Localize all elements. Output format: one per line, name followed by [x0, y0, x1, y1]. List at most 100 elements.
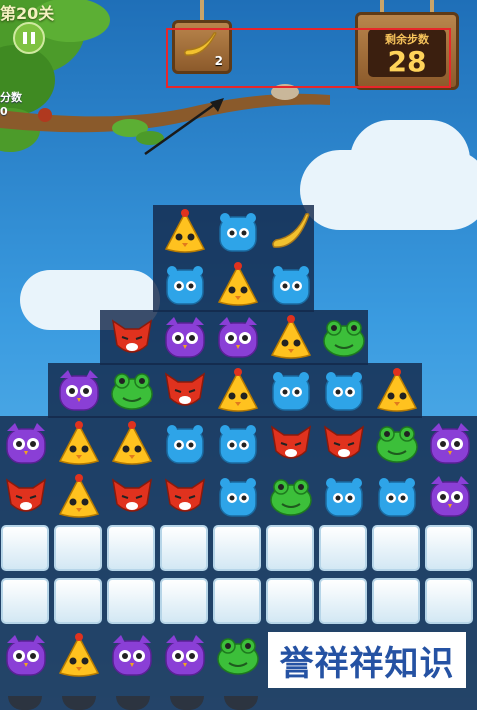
ice-block[interactable]: [266, 578, 314, 624]
ice-block[interactable]: [213, 578, 261, 624]
bear-icon: [219, 425, 257, 464]
tile-fox[interactable]: [319, 419, 369, 469]
fox-icon: [5, 478, 47, 512]
fox-icon: [164, 372, 206, 406]
tile-owl[interactable]: [425, 472, 475, 522]
bear-icon: [272, 266, 310, 305]
tile-bear[interactable]: [266, 260, 316, 310]
owl-icon: [430, 423, 470, 464]
tile-fox[interactable]: [266, 419, 316, 469]
fox-icon: [111, 478, 153, 512]
tile-chick[interactable]: [107, 419, 157, 469]
tile-owl[interactable]: [107, 631, 157, 681]
tile-owl[interactable]: [54, 366, 104, 416]
fox-icon: [270, 425, 312, 459]
tile-chick[interactable]: [266, 313, 316, 363]
owl-icon: [59, 370, 99, 411]
frog-icon: [111, 373, 153, 410]
bear-icon: [219, 213, 257, 252]
ice-block[interactable]: [425, 578, 473, 624]
rope: [200, 0, 204, 22]
ice-block[interactable]: [54, 525, 102, 571]
ice-block[interactable]: [1, 525, 49, 571]
watermark: 誉祥祥知识: [268, 632, 466, 688]
chick-icon: [58, 474, 100, 518]
tile-chick[interactable]: [54, 472, 104, 522]
tile-owl[interactable]: [425, 419, 475, 469]
bear-icon: [219, 478, 257, 517]
ice-block[interactable]: [319, 525, 367, 571]
owl-icon: [218, 317, 258, 358]
tile-frog[interactable]: [107, 366, 157, 416]
fox-icon: [323, 425, 365, 459]
tile-frog[interactable]: [213, 631, 263, 681]
tile-banana[interactable]: [266, 207, 316, 257]
tile-bear[interactable]: [372, 472, 422, 522]
pause-button[interactable]: [13, 22, 45, 54]
tile-chick[interactable]: [213, 366, 263, 416]
watermark-text: 誉祥祥知识: [279, 643, 455, 684]
tile-fox[interactable]: [160, 366, 210, 416]
ice-block[interactable]: [425, 525, 473, 571]
tile-chick[interactable]: [160, 207, 210, 257]
ice-block[interactable]: [1, 578, 49, 624]
tile-owl[interactable]: [213, 313, 263, 363]
bear-icon: [378, 478, 416, 517]
owl-icon: [165, 317, 205, 358]
ice-block[interactable]: [160, 525, 208, 571]
tile-owl[interactable]: [160, 313, 210, 363]
tile-fox[interactable]: [1, 472, 51, 522]
bear-icon: [272, 372, 310, 411]
tile-bear[interactable]: [160, 260, 210, 310]
score-label: 分数: [0, 91, 22, 104]
tile-frog[interactable]: [319, 313, 369, 363]
ice-block[interactable]: [213, 525, 261, 571]
chick-icon: [164, 209, 206, 253]
bear-icon: [166, 425, 204, 464]
tile-chick[interactable]: [213, 260, 263, 310]
tile-frog[interactable]: [372, 419, 422, 469]
owl-icon: [112, 635, 152, 676]
ice-block[interactable]: [372, 578, 420, 624]
ice-block[interactable]: [160, 578, 208, 624]
ice-block[interactable]: [372, 525, 420, 571]
chick-icon: [270, 315, 312, 359]
pause-icon: [23, 32, 27, 44]
tile-fox[interactable]: [107, 472, 157, 522]
tile-bear[interactable]: [319, 472, 369, 522]
ice-block[interactable]: [54, 578, 102, 624]
annotation-arrow-icon: [144, 98, 224, 156]
tile-chick[interactable]: [54, 631, 104, 681]
frog-icon: [376, 426, 418, 463]
ice-block[interactable]: [266, 525, 314, 571]
tile-bear[interactable]: [160, 419, 210, 469]
chick-icon: [376, 368, 418, 412]
tile-fox[interactable]: [160, 472, 210, 522]
tile-bear[interactable]: [319, 366, 369, 416]
tile-chick[interactable]: [372, 366, 422, 416]
tile-owl[interactable]: [1, 631, 51, 681]
tile-owl[interactable]: [1, 419, 51, 469]
tile-bear[interactable]: [213, 207, 263, 257]
tile-owl[interactable]: [160, 631, 210, 681]
level-title: 第20关: [0, 4, 55, 23]
fox-icon: [111, 319, 153, 353]
bear-icon: [325, 478, 363, 517]
tile-chick[interactable]: [54, 419, 104, 469]
ice-block[interactable]: [319, 578, 367, 624]
banana-icon: [272, 213, 310, 248]
score-value: 0: [0, 105, 8, 118]
tile-frog[interactable]: [266, 472, 316, 522]
owl-icon: [6, 423, 46, 464]
tile-bear[interactable]: [266, 366, 316, 416]
tile-bear[interactable]: [213, 419, 263, 469]
fox-icon: [164, 478, 206, 512]
owl-icon: [6, 635, 46, 676]
chick-icon: [111, 421, 153, 465]
ice-block[interactable]: [107, 578, 155, 624]
tile-bear[interactable]: [213, 472, 263, 522]
ice-block[interactable]: [107, 525, 155, 571]
bear-icon: [166, 266, 204, 305]
owl-icon: [430, 476, 470, 517]
tile-fox[interactable]: [107, 313, 157, 363]
